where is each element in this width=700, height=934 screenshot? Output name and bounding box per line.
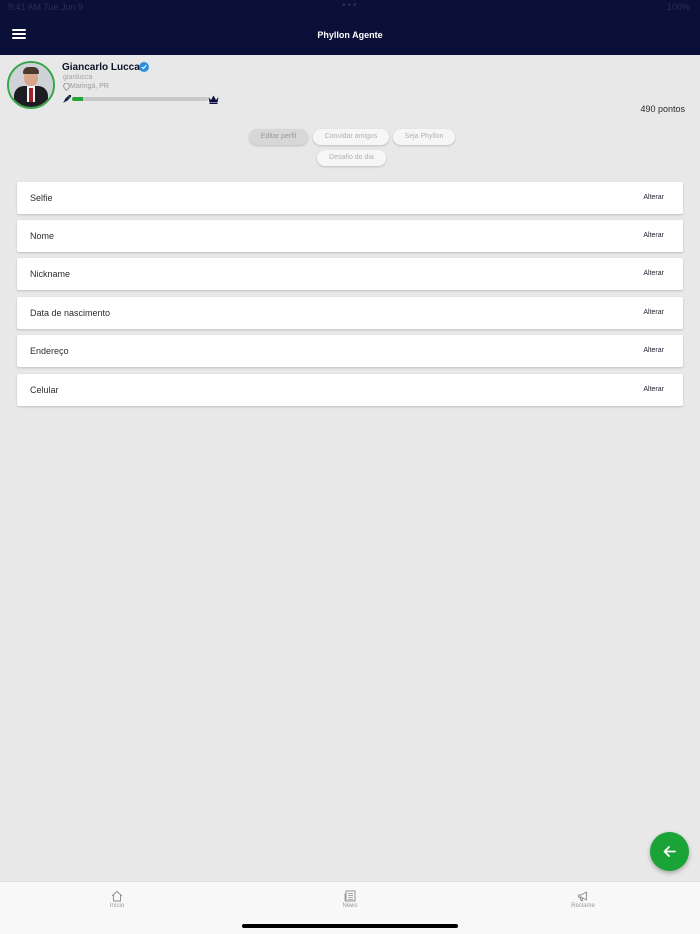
status-time: 9:41 AM Tue Jun 9	[8, 2, 84, 12]
home-indicator	[242, 924, 458, 928]
field-row-phone[interactable]: Celular Alterar	[17, 374, 683, 406]
rocket-icon	[63, 95, 71, 103]
app-header: 9:41 AM Tue Jun 9 ••• 100% Phyllon Agent…	[0, 0, 700, 55]
page-title: Phyllon Agente	[317, 30, 383, 40]
level-progress-fill	[72, 97, 83, 101]
battery-level: 100%	[666, 2, 690, 12]
points-count: 490 pontos	[640, 104, 685, 114]
nav-item-complain[interactable]: Reclame	[553, 890, 613, 909]
field-label: Selfie	[30, 193, 53, 203]
field-row-name[interactable]: Nome Alterar	[17, 220, 683, 252]
field-label: Nome	[30, 231, 55, 241]
edit-profile-button[interactable]: Editar perfil	[249, 129, 308, 145]
profile-name: Giancarlo Lucca	[62, 62, 140, 73]
change-button[interactable]: Alterar	[643, 309, 664, 316]
field-row-selfie[interactable]: Selfie Alterar	[17, 182, 683, 214]
nav-item-home[interactable]: Início	[87, 890, 147, 909]
arrow-left-icon	[663, 846, 676, 857]
newspaper-icon	[344, 890, 356, 902]
megaphone-icon	[578, 891, 587, 901]
invite-friends-button[interactable]: Convidar amigos	[313, 129, 389, 145]
back-button[interactable]	[650, 832, 689, 871]
field-label: Data de nascimento	[30, 308, 111, 318]
field-label: Endereço	[30, 346, 69, 356]
change-button[interactable]: Alterar	[643, 386, 664, 393]
home-icon	[111, 890, 123, 902]
field-row-birthdate[interactable]: Data de nascimento Alterar	[17, 297, 683, 329]
nav-label: Reclame	[571, 903, 595, 909]
field-row-nickname[interactable]: Nickname Alterar	[17, 258, 683, 290]
nav-item-news[interactable]: News	[320, 890, 380, 909]
change-button[interactable]: Alterar	[643, 194, 664, 201]
nav-label: Início	[109, 903, 125, 909]
field-row-address[interactable]: Endereço Alterar	[17, 335, 683, 367]
location-pin-icon	[63, 83, 70, 91]
change-button[interactable]: Alterar	[643, 270, 664, 277]
daily-challenge-button[interactable]: Desafio do dia	[317, 150, 386, 166]
nav-label: News	[342, 903, 358, 909]
profile-username: gianlucca	[63, 74, 93, 81]
avatar[interactable]	[7, 61, 55, 109]
field-label: Celular	[30, 385, 59, 395]
field-label: Nickname	[30, 269, 71, 279]
verified-badge-icon	[139, 62, 149, 72]
level-progress-bar	[72, 97, 208, 101]
become-phyllon-button[interactable]: Seja Phyllon	[393, 129, 455, 145]
change-button[interactable]: Alterar	[643, 232, 664, 239]
status-bar: 9:41 AM Tue Jun 9 ••• 100%	[0, 0, 700, 14]
profile-location: Maringá, PR	[70, 83, 109, 90]
crown-icon	[208, 95, 219, 104]
multitasking-dots-icon: •••	[342, 0, 359, 11]
change-button[interactable]: Alterar	[643, 347, 664, 354]
